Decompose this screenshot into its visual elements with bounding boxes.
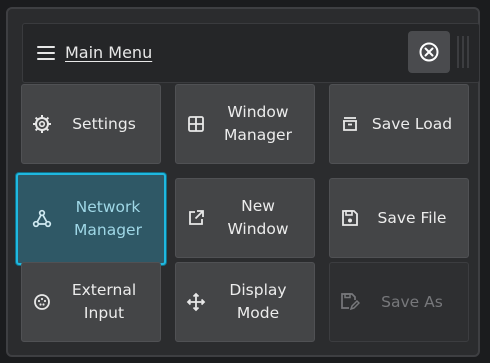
new-window-label: New Window — [227, 197, 289, 238]
save-edit-icon — [340, 292, 360, 312]
network-manager-label: Network Manager — [74, 198, 142, 239]
floppy-icon — [340, 208, 360, 228]
drag-handle[interactable] — [453, 32, 471, 74]
window-manager-label: Window Manager — [224, 103, 292, 144]
network-manager-button[interactable]: Network Manager — [16, 173, 166, 265]
external-input-button[interactable]: External Input — [21, 262, 161, 342]
save-as-label: Save As — [381, 292, 443, 311]
move-arrows-icon — [186, 292, 206, 312]
save-file-button[interactable]: Save File — [329, 178, 469, 258]
hamburger-icon[interactable] — [37, 46, 55, 60]
grid-icon — [186, 114, 206, 134]
display-mode-button[interactable]: Display Mode — [175, 262, 315, 342]
save-file-label: Save File — [377, 208, 447, 227]
new-window-button[interactable]: New Window — [175, 178, 315, 258]
network-icon — [32, 209, 52, 229]
save-load-button[interactable]: Save Load — [329, 84, 469, 164]
settings-button[interactable]: Settings — [21, 84, 161, 164]
input-port-icon — [32, 292, 52, 312]
window-manager-button[interactable]: Window Manager — [175, 84, 315, 164]
gear-icon — [32, 114, 52, 134]
external-input-label: External Input — [71, 281, 137, 322]
menu-header: Main Menu — [22, 23, 480, 83]
close-circle-icon — [419, 42, 439, 62]
settings-label: Settings — [72, 114, 136, 133]
save-as-button: Save As — [329, 262, 469, 342]
menu-title[interactable]: Main Menu — [65, 43, 152, 62]
external-link-icon — [186, 208, 206, 228]
save-load-label: Save Load — [371, 114, 453, 133]
display-mode-label: Display Mode — [229, 281, 287, 322]
close-button[interactable] — [408, 31, 450, 73]
main-menu-panel: Main Menu Settings Window Manager Save L… — [6, 7, 480, 357]
archive-icon — [340, 114, 360, 134]
